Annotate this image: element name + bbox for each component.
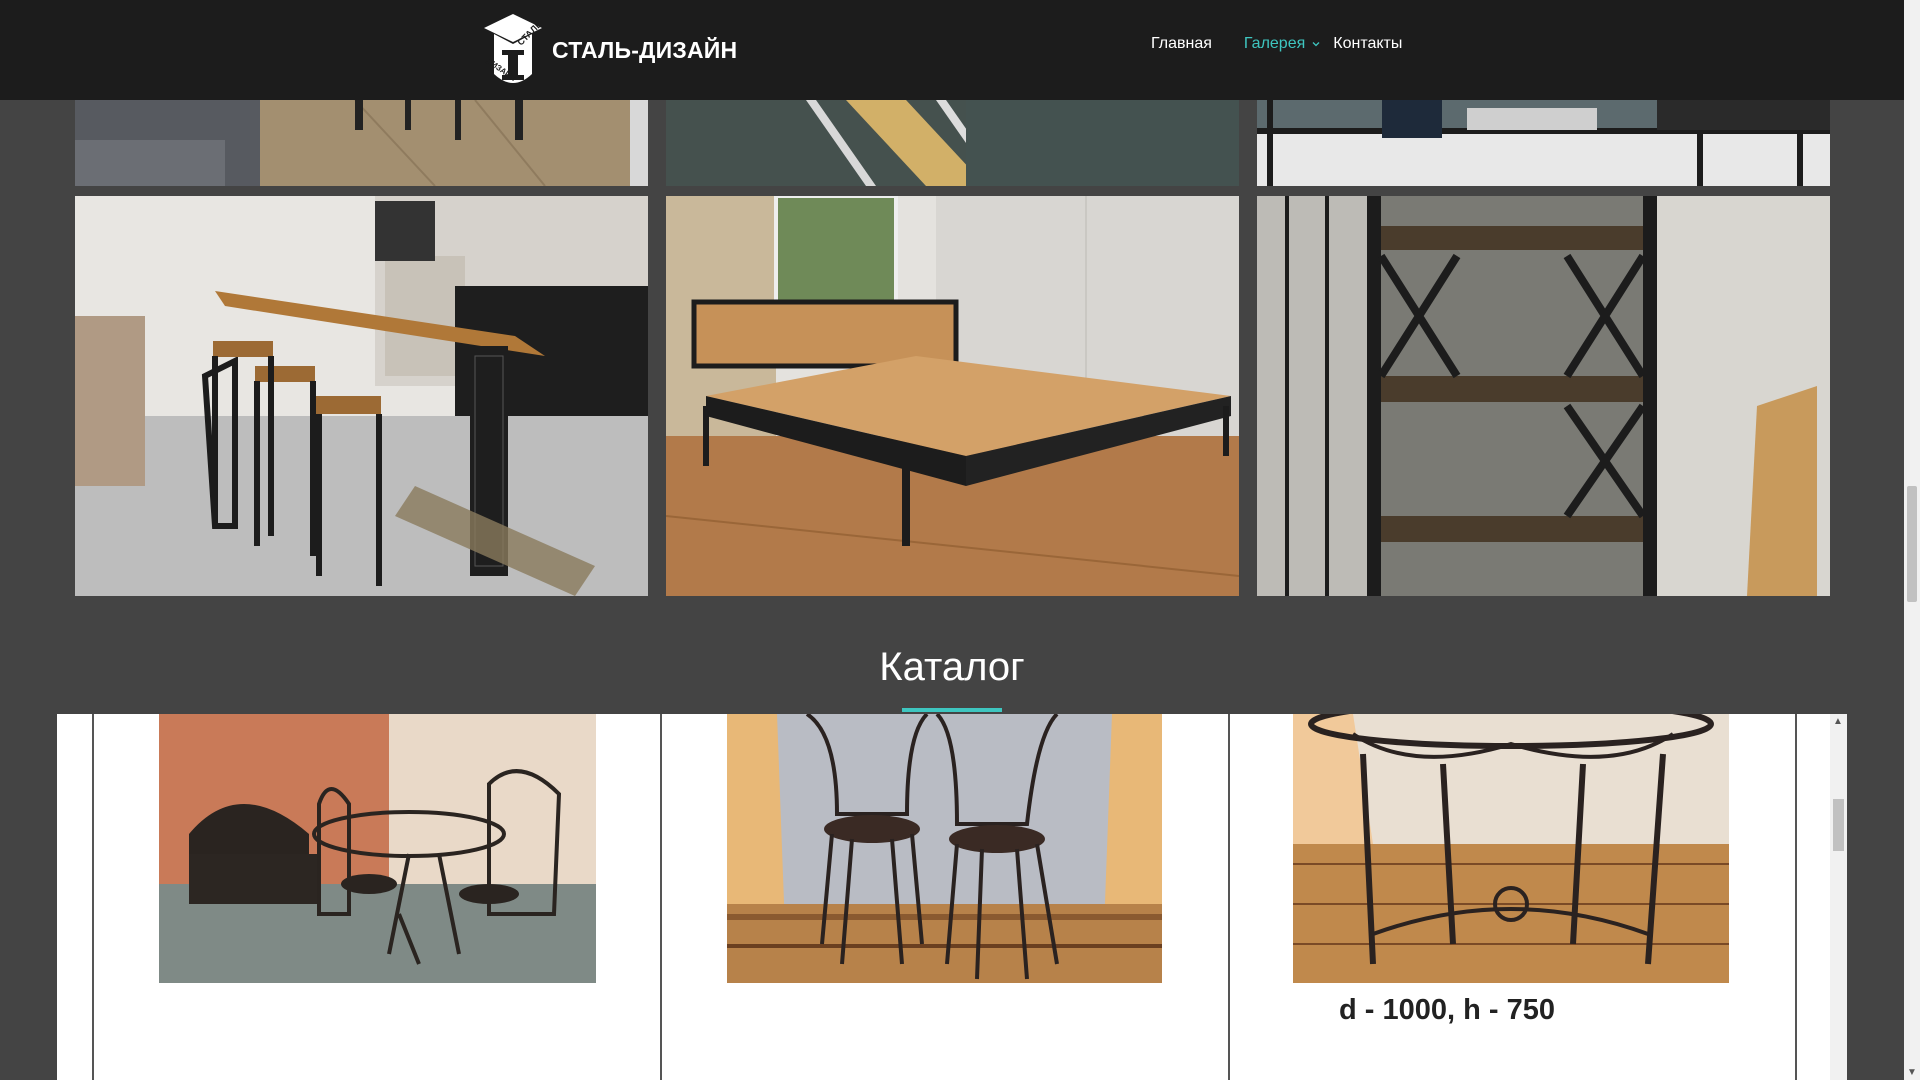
catalog-title-underline — [902, 708, 1002, 712]
gallery-photo-tv-stand[interactable] — [1257, 100, 1830, 186]
nav-gallery-label: Галерея — [1243, 35, 1306, 52]
gallery-photo-bar-counter[interactable] — [75, 196, 648, 596]
page-scrollbar-thumb[interactable] — [1907, 486, 1917, 602]
catalog-divider — [660, 714, 662, 1080]
site-header: СТАЛЬ ДИЗАЙН СТАЛЬ-ДИЗАЙН Главная Галере… — [0, 0, 1904, 100]
catalog-scrollbar[interactable]: ▲ — [1830, 714, 1847, 1080]
nav-home[interactable]: Главная — [1151, 35, 1212, 53]
nav-contacts[interactable]: Контакты — [1333, 35, 1402, 53]
page-scrollbar[interactable]: ▼ — [1904, 0, 1920, 1080]
catalog-divider — [92, 714, 94, 1080]
catalog-title: Каталог — [879, 645, 1025, 689]
catalog-scrollbar-thumb[interactable] — [1833, 799, 1844, 851]
scroll-down-icon[interactable]: ▼ — [1907, 1067, 1917, 1078]
gallery-photo-bed[interactable] — [666, 196, 1239, 596]
gallery-photo-stairs[interactable] — [666, 100, 1239, 186]
main-nav: Главная Галерея Контакты — [1151, 35, 1402, 53]
logo-text: СТАЛЬ-ДИЗАЙН — [552, 36, 738, 63]
catalog-item-dining-set[interactable] — [159, 714, 596, 983]
gallery-photo-shelving[interactable] — [1257, 196, 1830, 596]
catalog-frame: d - 1000, h - 750 ▲ — [57, 714, 1847, 1080]
catalog-item-round-table[interactable] — [1293, 714, 1729, 983]
catalog-divider — [1795, 714, 1797, 1080]
logo[interactable]: СТАЛЬ ДИЗАЙН СТАЛЬ-ДИЗАЙН — [480, 12, 737, 88]
logo-icon: СТАЛЬ ДИЗАЙН — [484, 14, 544, 83]
chevron-down-icon — [1312, 42, 1320, 47]
gallery-photo-living-room[interactable] — [75, 100, 648, 186]
scroll-up-icon[interactable]: ▲ — [1833, 716, 1843, 727]
catalog-item-caption: d - 1000, h - 750 — [1339, 994, 1555, 1026]
catalog-item-chairs[interactable] — [727, 714, 1162, 983]
nav-gallery[interactable]: Галерея — [1244, 35, 1321, 53]
